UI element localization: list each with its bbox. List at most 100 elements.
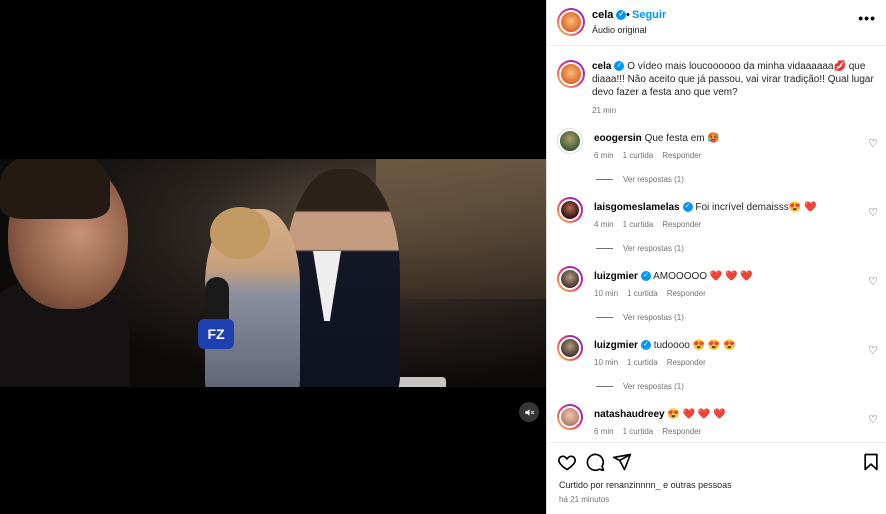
verified-icon: ✓: [616, 10, 627, 21]
view-replies-button[interactable]: Ver respostas (1): [596, 244, 684, 253]
comment-item: luizgmier ✓ AMOOOOO ❤️ ❤️ ❤️ 10 min 1 curt…: [557, 266, 882, 335]
like-heart-icon[interactable]: ♡: [868, 137, 878, 150]
caption-username[interactable]: cela: [592, 61, 611, 72]
avatar-image: [559, 406, 581, 428]
speaker-muted-icon: [524, 408, 534, 416]
comment-time: 6 min: [594, 151, 614, 160]
comment-time: 6 min: [594, 427, 614, 436]
caption-body: O vídeo mais loucoooooo da minha vidaaaa…: [592, 61, 874, 98]
microphone-logo: FZ: [198, 319, 234, 349]
avatar[interactable]: [557, 197, 583, 223]
like-heart-icon[interactable]: ♡: [868, 275, 878, 288]
verified-icon: ✓: [614, 61, 625, 72]
post-author[interactable]: cela ✓: [592, 9, 627, 21]
caption-timestamp: 21 min: [592, 106, 617, 115]
follow-button[interactable]: Seguir: [632, 9, 666, 21]
view-replies-label: Ver respostas (1): [623, 244, 684, 253]
avatar-image: [559, 10, 583, 34]
avatar[interactable]: [557, 128, 583, 154]
mute-button[interactable]: [519, 402, 539, 422]
comment-username[interactable]: natashaudreey: [594, 409, 665, 420]
comment-body: Foi incrível demaisss😍 ❤️: [695, 202, 817, 213]
comment-likes[interactable]: 1 curtida: [623, 427, 654, 436]
verified-icon: ✓: [682, 202, 693, 213]
comment-text: eoogersin Que festa em 🥵: [594, 133, 864, 144]
avatar[interactable]: [557, 60, 585, 88]
post-header: cela ✓ • Seguir Áudio original •••: [547, 0, 886, 46]
comment-meta: 10 min 1 curtida Responder: [594, 358, 715, 367]
comment-username[interactable]: laisgomeslamelas: [594, 202, 680, 213]
divider-line: [596, 386, 613, 388]
comment-meta: 6 min 1 curtida Responder: [594, 151, 710, 160]
more-options-icon[interactable]: •••: [858, 10, 876, 26]
reply-button[interactable]: Responder: [662, 220, 701, 229]
presenter-hair: [0, 159, 110, 219]
video-pane: FZ: [0, 0, 546, 514]
view-replies-button[interactable]: Ver respostas (1): [596, 313, 684, 322]
reply-button[interactable]: Responder: [662, 427, 701, 436]
audio-link[interactable]: Áudio original: [592, 25, 647, 35]
avatar[interactable]: [557, 404, 583, 430]
verified-icon: ✓: [640, 340, 651, 351]
comment-likes[interactable]: 1 curtida: [627, 289, 658, 298]
comment-item: laisgomeslamelas ✓ Foi incrível demaisss😍…: [557, 197, 882, 266]
comment-meta: 10 min 1 curtida Responder: [594, 289, 715, 298]
comment-username[interactable]: luizgmier: [594, 340, 638, 351]
comment-text: luizgmier ✓ AMOOOOO ❤️ ❤️ ❤️: [594, 271, 864, 282]
like-heart-icon[interactable]: ♡: [868, 206, 878, 219]
comment-item: natashaudreey 😍 ❤️ ❤️ ❤️ 6 min 1 curtida R…: [557, 404, 882, 442]
view-replies-button[interactable]: Ver respostas (1): [596, 382, 684, 391]
divider-line: [596, 179, 613, 181]
reply-button[interactable]: Responder: [667, 358, 706, 367]
comment-likes[interactable]: 1 curtida: [623, 220, 654, 229]
divider-line: [596, 248, 613, 250]
action-bar: Curtido por renanzinnnn_ e outras pessoa…: [547, 442, 886, 514]
comment-text: laisgomeslamelas ✓ Foi incrível demaisss😍…: [594, 202, 864, 213]
comment-body: 😍 ❤️ ❤️ ❤️: [667, 409, 726, 420]
post-timestamp: há 21 minutos: [559, 495, 610, 504]
verified-icon: ✓: [640, 271, 651, 282]
comment-likes[interactable]: 1 curtida: [623, 151, 654, 160]
comments-panel: cela ✓ • Seguir Áudio original ••• cela ✓ …: [546, 0, 886, 514]
avatar-image: [559, 62, 583, 86]
comment-time: 4 min: [594, 220, 614, 229]
bookmark-icon[interactable]: [861, 452, 881, 472]
comment-meta: 4 min 1 curtida Responder: [594, 220, 710, 229]
avatar[interactable]: [557, 266, 583, 292]
comments-list[interactable]: cela ✓ O vídeo mais loucoooooo da minha v…: [547, 46, 886, 442]
reply-button[interactable]: Responder: [667, 289, 706, 298]
avatar-image: [559, 337, 581, 359]
comment-text: luizgmier ✓ tudoooo 😍 😍 😍: [594, 340, 864, 351]
like-heart-icon[interactable]: ♡: [868, 413, 878, 426]
comment-body: tudoooo 😍 😍 😍: [653, 340, 736, 351]
reply-button[interactable]: Responder: [662, 151, 701, 160]
separator-dot: •: [626, 9, 630, 21]
like-heart-icon[interactable]: ♡: [868, 344, 878, 357]
comment-time: 10 min: [594, 358, 619, 367]
avatar-image: [559, 199, 581, 221]
share-icon[interactable]: [612, 452, 632, 472]
like-icon[interactable]: [557, 452, 577, 472]
avatar[interactable]: [557, 8, 585, 36]
avatar-image: [558, 129, 582, 153]
groom-figure: [285, 169, 400, 387]
comment-icon[interactable]: [585, 452, 605, 472]
comment-username[interactable]: luizgmier: [594, 271, 638, 282]
liked-by-text[interactable]: Curtido por renanzinnnn_ e outras pessoa…: [559, 480, 732, 490]
comment-meta: 6 min 1 curtida Responder: [594, 427, 710, 436]
view-replies-label: Ver respostas (1): [623, 175, 684, 184]
comment-item: eoogersin Que festa em 🥵 6 min 1 curtida R…: [557, 128, 882, 197]
microphone: [205, 277, 229, 321]
comment-text: natashaudreey 😍 ❤️ ❤️ ❤️: [594, 409, 864, 420]
comment-likes[interactable]: 1 curtida: [627, 358, 658, 367]
comment-time: 10 min: [594, 289, 619, 298]
avatar-image: [559, 268, 581, 290]
view-replies-label: Ver respostas (1): [623, 313, 684, 322]
view-replies-button[interactable]: Ver respostas (1): [596, 175, 684, 184]
view-replies-label: Ver respostas (1): [623, 382, 684, 391]
comment-username[interactable]: eoogersin: [594, 133, 642, 144]
bride-hair: [210, 207, 270, 259]
caption-text: cela ✓ O vídeo mais loucoooooo da minha v…: [592, 60, 877, 99]
avatar[interactable]: [557, 335, 583, 361]
video-player[interactable]: FZ: [0, 159, 546, 387]
